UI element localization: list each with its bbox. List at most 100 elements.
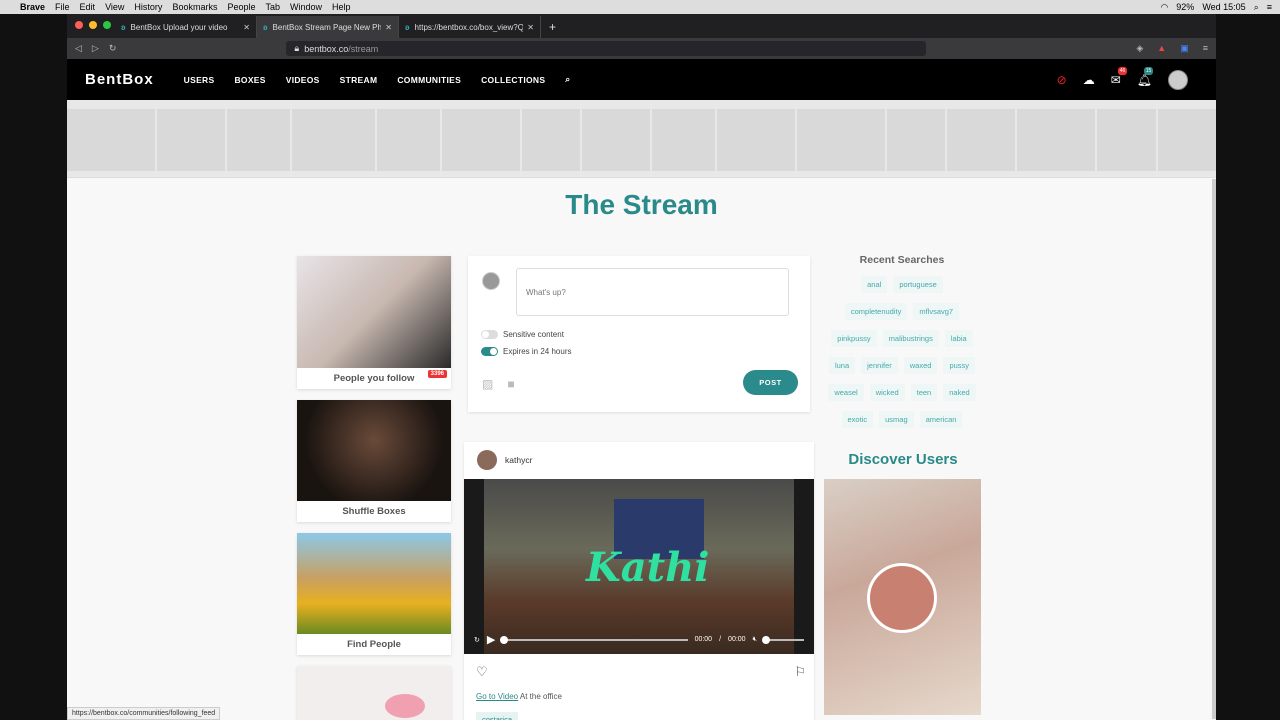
clock[interactable]: Wed 15:05 <box>1202 2 1245 12</box>
search-chip[interactable]: american <box>919 411 963 428</box>
search-icon[interactable]: ⌕ <box>565 74 570 85</box>
search-chip[interactable]: luna <box>828 357 856 374</box>
piggy-bank-card[interactable] <box>297 666 451 720</box>
block-icon[interactable]: ⊘ <box>1057 73 1067 87</box>
sensitive-toggle[interactable] <box>481 330 498 339</box>
people-you-follow-card[interactable]: People you follow 3396 <box>297 256 451 389</box>
search-chip[interactable]: pussy <box>943 357 976 374</box>
menu-people[interactable]: People <box>227 2 255 12</box>
list-icon[interactable]: ≡ <box>1267 2 1272 12</box>
search-chip[interactable]: usmag <box>879 411 914 428</box>
nav-communities[interactable]: COMMUNITIES <box>397 75 461 85</box>
messages-icon[interactable]: ✉ 46 <box>1111 66 1128 87</box>
menu-tab[interactable]: Tab <box>265 2 280 12</box>
image-icon[interactable]: ▨ <box>482 377 493 391</box>
back-icon[interactable]: ◁ <box>75 43 82 54</box>
expires-toggle[interactable] <box>481 347 498 356</box>
search-chip[interactable]: teen <box>910 384 938 401</box>
post-author-name[interactable]: kathycr <box>505 455 532 465</box>
new-tab-button[interactable]: + <box>541 16 564 38</box>
composer-avatar <box>482 272 500 290</box>
play-icon[interactable]: ▶ <box>487 633 495 646</box>
status-input[interactable] <box>516 268 789 316</box>
discover-users-title: Discover Users <box>848 451 958 468</box>
recent-searches: Recent Searches anal portuguese completenu… <box>827 254 977 428</box>
search-chip[interactable]: exotic <box>841 411 874 428</box>
translate-icon[interactable]: ▣ <box>1180 43 1189 54</box>
zoom-window-button[interactable] <box>103 21 111 29</box>
search-chip[interactable]: malibustrings <box>882 330 939 347</box>
menu-help[interactable]: Help <box>332 2 351 12</box>
search-chip[interactable]: anal <box>861 276 888 293</box>
post-button[interactable]: POST <box>743 370 798 395</box>
search-chip[interactable]: portuguese <box>893 276 943 293</box>
browser-tab[interactable]: ʚ BentBox Upload your video ✕ <box>115 16 257 38</box>
recent-searches-title: Recent Searches <box>859 254 945 266</box>
close-window-button[interactable] <box>75 21 83 29</box>
video-camera-icon[interactable]: ■ <box>507 377 514 391</box>
browser-tab-active[interactable]: ʚ BentBox Stream Page New Photo ✕ <box>257 16 399 38</box>
search-chip[interactable]: jennifer <box>861 357 898 374</box>
search-chip[interactable]: waxed <box>903 357 938 374</box>
menu-window[interactable]: Window <box>290 2 322 12</box>
discover-user-avatar[interactable] <box>867 563 937 633</box>
volume-slider[interactable] <box>762 635 804 644</box>
forward-icon[interactable]: ▷ <box>92 43 99 54</box>
post-caption: At the office <box>519 692 562 701</box>
url-field[interactable]: 🔒︎ bentbox.co/stream <box>286 41 927 56</box>
reload-icon[interactable]: ↻ <box>109 43 117 54</box>
scrollbar[interactable] <box>1212 179 1216 719</box>
address-bar: ◁ ▷ ↻ 🔒︎ bentbox.co/stream ◈ ▲ ▣ ≡ <box>67 38 1216 59</box>
search-chip[interactable]: labia <box>944 330 973 347</box>
banner-strip <box>67 100 1216 178</box>
search-chip[interactable]: wicked <box>869 384 905 401</box>
menu-app[interactable]: Brave <box>20 2 45 12</box>
find-people-card[interactable]: Find People <box>297 533 451 655</box>
nav-users[interactable]: USERS <box>184 75 215 85</box>
menu-icon[interactable]: ≡ <box>1203 43 1208 54</box>
post-tag[interactable]: costarica <box>476 712 519 720</box>
search-icon[interactable]: ⌕ <box>1254 2 1259 13</box>
nav-boxes[interactable]: BOXES <box>234 75 265 85</box>
post-author-avatar[interactable] <box>477 450 497 470</box>
brave-shield-icon[interactable]: ◈ <box>1136 43 1143 54</box>
brave-rewards-icon[interactable]: ▲ <box>1157 43 1166 54</box>
battery-label[interactable]: 92% <box>1176 2 1194 12</box>
video-player[interactable]: Kathi ↻ ▶ 00:00 / 00:00 🔇︎ <box>464 479 814 654</box>
go-to-video-link[interactable]: Go to Video <box>476 692 518 701</box>
site-logo[interactable]: BentBox <box>85 71 154 88</box>
menu-edit[interactable]: Edit <box>80 2 96 12</box>
menu-history[interactable]: History <box>134 2 162 12</box>
browser-tab[interactable]: ʚ https://bentbox.co/box_view?Qd ✕ <box>399 16 541 38</box>
nav-stream[interactable]: STREAM <box>340 75 378 85</box>
find-people-image <box>297 533 451 634</box>
menu-bookmarks[interactable]: Bookmarks <box>172 2 217 12</box>
search-chip[interactable]: naked <box>943 384 976 401</box>
upload-cloud-icon[interactable]: ☁ <box>1083 73 1095 87</box>
bentbox-favicon-icon: ʚ <box>263 22 268 32</box>
discover-user-card[interactable] <box>824 479 981 715</box>
search-chip[interactable]: mflvsavg7 <box>913 303 960 320</box>
nav-collections[interactable]: COLLECTIONS <box>481 75 545 85</box>
wifi-icon[interactable]: ◠ <box>1160 2 1168 13</box>
nav-videos[interactable]: VIDEOS <box>286 75 320 85</box>
replay-icon[interactable]: ↻ <box>474 636 480 644</box>
close-tab-icon[interactable]: ✕ <box>243 23 250 32</box>
time-separator: / <box>719 636 722 643</box>
notifications-icon[interactable]: 🔔︎ 15 <box>1137 66 1154 87</box>
shuffle-boxes-card[interactable]: Shuffle Boxes <box>297 400 451 522</box>
heart-icon[interactable]: ♡ <box>476 664 488 680</box>
menu-file[interactable]: File <box>55 2 70 12</box>
user-avatar[interactable] <box>1168 69 1188 90</box>
close-tab-icon[interactable]: ✕ <box>385 23 392 32</box>
messages-badge: 46 <box>1117 66 1128 75</box>
minimize-window-button[interactable] <box>89 21 97 29</box>
search-chip[interactable]: weasel <box>828 384 864 401</box>
menu-view[interactable]: View <box>105 2 124 12</box>
bookmark-icon[interactable]: ⚐ <box>794 664 806 680</box>
search-chip[interactable]: completenudity <box>844 303 908 320</box>
seek-bar[interactable] <box>500 635 688 644</box>
close-tab-icon[interactable]: ✕ <box>527 23 534 32</box>
search-chip[interactable]: pinkpussy <box>831 330 877 347</box>
mute-icon[interactable]: 🔇︎ <box>753 636 757 644</box>
